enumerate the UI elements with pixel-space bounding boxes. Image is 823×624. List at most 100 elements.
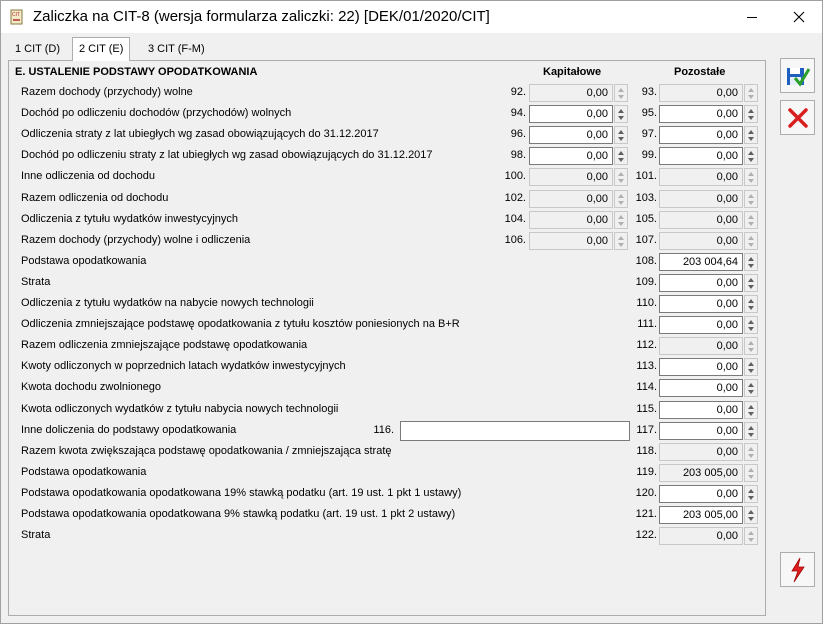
row-label: Odliczenia z tytułu wydatków inwestycyjn… [21,213,239,225]
spin-button[interactable] [614,211,628,229]
value-field-pozostale[interactable]: 0,00 [659,443,743,461]
spin-up-icon [618,194,624,198]
row-number: 95. [641,107,657,119]
value-field-pozostale[interactable]: 0,00 [659,316,743,334]
spin-up-icon [618,236,624,240]
spin-button[interactable] [614,84,628,102]
spin-button[interactable] [614,147,628,165]
value-field-pozostale[interactable]: 0,00 [659,485,743,503]
tab-3-cit-fm[interactable]: 3 CIT (F-M) [142,39,211,59]
value-field-kapitalowe[interactable]: 0,00 [529,190,613,208]
spin-button[interactable] [614,190,628,208]
spin-button[interactable] [744,168,758,186]
value-field-pozostale[interactable]: 0,00 [659,337,743,355]
close-button[interactable] [776,1,822,33]
title-bar: CIT Zaliczka na CIT-8 (wersja formularza… [1,1,822,33]
row-number: 105. [635,213,657,225]
cancel-x-icon [787,107,808,128]
spin-down-icon [748,264,754,268]
spin-button[interactable] [614,168,628,186]
row-number: 107. [635,234,657,246]
row-label: Inne odliczenia od dochodu [21,170,155,182]
spin-up-icon [748,172,754,176]
spin-button[interactable] [744,358,758,376]
value-field-pozostale[interactable]: 0,00 [659,190,743,208]
row-number: 96. [510,128,526,140]
spin-button[interactable] [744,126,758,144]
value-field-kapitalowe[interactable]: 0,00 [529,126,613,144]
save-disk-check-icon [786,67,810,87]
spin-down-icon [748,158,754,162]
value-field-pozostale[interactable]: 203 004,64 [659,253,743,271]
spin-button[interactable] [744,253,758,271]
value-field-kapitalowe[interactable]: 0,00 [529,147,613,165]
value-field-pozostale[interactable]: 0,00 [659,358,743,376]
spin-up-icon [748,299,754,303]
spin-button[interactable] [744,443,758,461]
spin-down-icon [618,243,624,247]
spin-button[interactable] [614,126,628,144]
spin-button[interactable] [744,316,758,334]
value-field-pozostale[interactable]: 0,00 [659,232,743,250]
spin-button[interactable] [744,422,758,440]
spin-down-icon [618,201,624,205]
tab-1-cit-d[interactable]: 1 CIT (D) [9,39,66,59]
row-number: 116. [373,424,394,436]
spin-up-icon [748,278,754,282]
value-field-pozostale[interactable]: 0,00 [659,295,743,313]
spin-button[interactable] [744,527,758,545]
value-field-kapitalowe[interactable]: 0,00 [529,84,613,102]
value-field-pozostale[interactable]: 0,00 [659,422,743,440]
spin-up-icon [748,426,754,430]
spin-button[interactable] [744,506,758,524]
spin-button[interactable] [744,401,758,419]
spin-down-icon [748,116,754,120]
section-title: E. USTALENIE PODSTAWY OPODATKOWANIA [15,66,258,78]
spin-button[interactable] [744,232,758,250]
value-field-pozostale[interactable]: 0,00 [659,105,743,123]
spin-down-icon [748,390,754,394]
spin-button[interactable] [744,379,758,397]
value-field-kapitalowe[interactable]: 0,00 [529,105,613,123]
spin-button[interactable] [744,190,758,208]
value-field-pozostale[interactable]: 0,00 [659,527,743,545]
value-field-pozostale[interactable]: 203 005,00 [659,464,743,482]
minimize-button[interactable] [729,1,775,33]
spin-button[interactable] [614,232,628,250]
spin-button[interactable] [744,147,758,165]
value-field-pozostale[interactable]: 0,00 [659,379,743,397]
spin-button[interactable] [744,464,758,482]
text-input[interactable] [400,421,630,441]
value-field-pozostale[interactable]: 0,00 [659,147,743,165]
cancel-button[interactable] [780,100,815,135]
save-button[interactable] [780,58,815,93]
spin-button[interactable] [744,337,758,355]
value-field-pozostale[interactable]: 0,00 [659,126,743,144]
spin-down-icon [748,201,754,205]
value-field-pozostale[interactable]: 0,00 [659,211,743,229]
spin-down-icon [748,306,754,310]
spin-button[interactable] [744,84,758,102]
spin-button[interactable] [614,105,628,123]
spin-up-icon [748,383,754,387]
row-label: Podstawa opodatkowania [21,255,147,267]
spin-down-icon [618,179,624,183]
spin-button[interactable] [744,485,758,503]
value-field-kapitalowe[interactable]: 0,00 [529,232,613,250]
spin-down-icon [618,116,624,120]
calculate-button[interactable] [780,552,815,587]
spin-button[interactable] [744,274,758,292]
value-field-pozostale[interactable]: 0,00 [659,274,743,292]
value-field-pozostale[interactable]: 0,00 [659,401,743,419]
spin-button[interactable] [744,105,758,123]
spin-button[interactable] [744,211,758,229]
value-field-pozostale[interactable]: 0,00 [659,168,743,186]
value-field-pozostale[interactable]: 203 005,00 [659,506,743,524]
value-field-kapitalowe[interactable]: 0,00 [529,211,613,229]
value-field-kapitalowe[interactable]: 0,00 [529,168,613,186]
tab-2-cit-e[interactable]: 2 CIT (E) [72,37,131,61]
spin-up-icon [748,362,754,366]
value-field-pozostale[interactable]: 0,00 [659,84,743,102]
row-label: Strata [21,276,51,288]
spin-button[interactable] [744,295,758,313]
